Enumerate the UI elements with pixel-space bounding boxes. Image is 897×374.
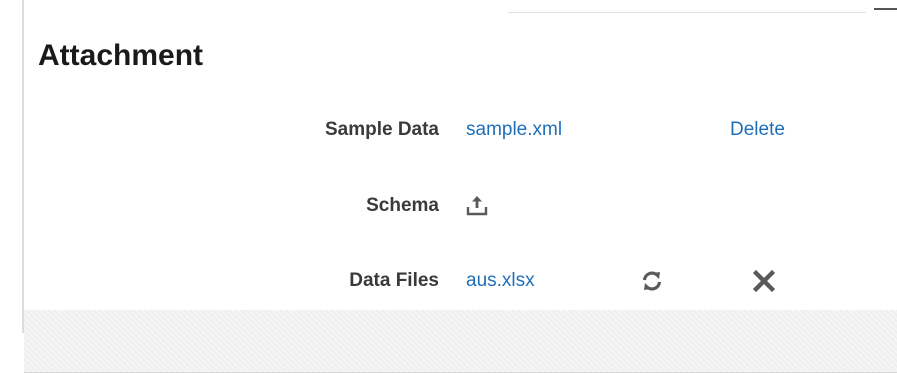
top-panel-edge (508, 0, 866, 13)
section-title: Attachment (38, 39, 204, 72)
upload-icon[interactable] (464, 193, 490, 219)
top-corner-line (874, 8, 897, 10)
sample-data-label: Sample Data (324, 119, 439, 140)
close-icon[interactable] (751, 268, 777, 294)
footer-panel (24, 310, 897, 373)
schema-row: Schema (0, 189, 897, 223)
data-files-label: Data Files (349, 270, 439, 291)
data-file-link[interactable]: aus.xlsx (466, 264, 535, 298)
sample-data-file-link[interactable]: sample.xml (466, 113, 562, 147)
sample-data-row: Sample Data sample.xml Delete (0, 113, 897, 147)
refresh-icon[interactable] (639, 268, 665, 294)
schema-label: Schema (366, 195, 439, 216)
delete-sample-data-link[interactable]: Delete (730, 113, 785, 147)
data-files-row: Data Files aus.xlsx (0, 264, 897, 298)
